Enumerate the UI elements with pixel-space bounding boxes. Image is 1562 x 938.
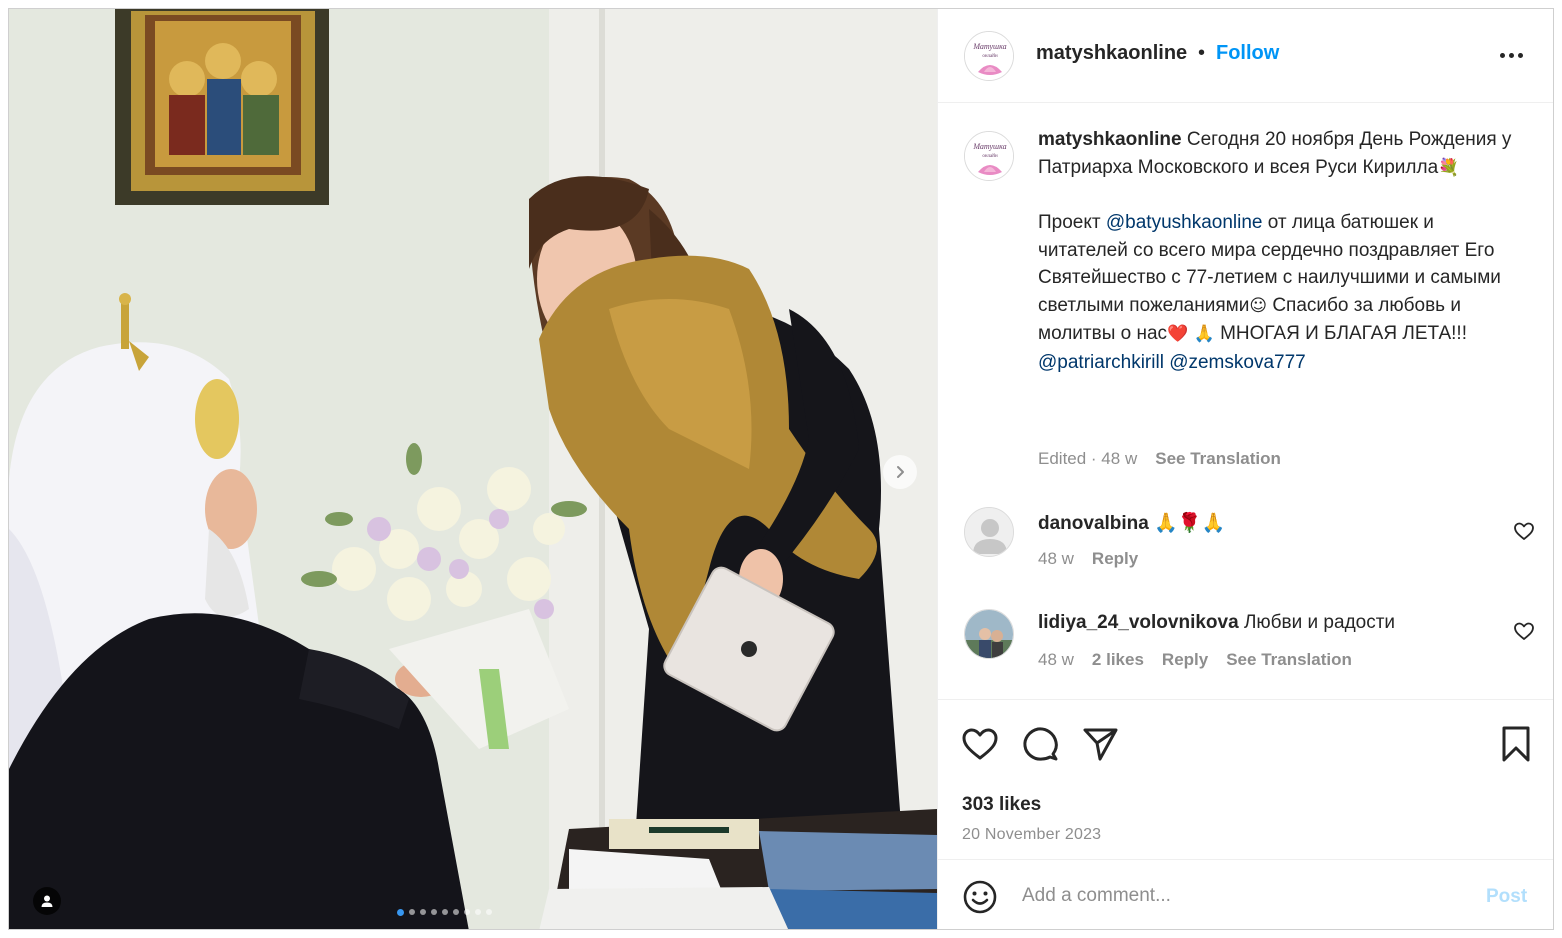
carousel-dot[interactable]	[409, 909, 415, 915]
svg-text:онлайн: онлайн	[982, 154, 998, 159]
carousel-dot[interactable]	[397, 908, 404, 916]
carousel-dot[interactable]	[475, 909, 481, 915]
comment-row: danovalbina 🙏🌹🙏	[1038, 511, 1225, 535]
post-date: 20 November 2023	[962, 826, 1102, 843]
likes-count[interactable]: 303 likes	[962, 794, 1041, 816]
mention-batyushkaonline[interactable]: @batyushkaonline	[1106, 212, 1263, 233]
carousel-indicator	[397, 907, 492, 917]
comment-reply-button[interactable]: Reply	[1092, 549, 1138, 569]
comment-like-heart-icon[interactable]	[1512, 619, 1536, 643]
user-tag-icon	[41, 895, 53, 907]
comments-list[interactable]: Матушка онлайн matyshkaonline Сегодня 20…	[938, 103, 1553, 699]
more-options-button[interactable]	[1496, 45, 1526, 65]
comment-avatar[interactable]	[964, 609, 1014, 659]
bookmark-icon[interactable]	[1496, 724, 1536, 764]
more-dot	[1517, 52, 1523, 58]
comment-avatar-photo	[965, 610, 1013, 658]
caption-see-translation[interactable]: See Translation	[1155, 449, 1281, 469]
separator-dot: •	[1198, 42, 1206, 64]
comment-text: 🙏🌹🙏	[1154, 512, 1226, 534]
chevron-right-icon	[897, 466, 904, 478]
carousel-dot[interactable]	[420, 909, 426, 915]
comment-username[interactable]: danovalbina	[1038, 513, 1149, 534]
tagged-users-button[interactable]	[33, 887, 61, 915]
comment-icon[interactable]	[1020, 724, 1060, 764]
more-dot	[1499, 52, 1505, 58]
carousel-dot[interactable]	[486, 909, 492, 915]
post-window: Матушка онлайн matyshkaonline • Follow М…	[8, 8, 1554, 930]
comment-likes-count[interactable]: 2 likes	[1092, 650, 1144, 670]
caption-meta: Edited · 48 w See Translation	[1038, 449, 1281, 469]
post-sidebar: Матушка онлайн matyshkaonline • Follow М…	[937, 9, 1553, 929]
author-username[interactable]: matyshkaonline	[1036, 42, 1187, 65]
comment-age: 48 w	[1038, 549, 1074, 568]
comment-meta: 48 w Reply	[1038, 549, 1138, 569]
add-comment-bar: Post	[938, 859, 1553, 929]
avatar-logo-text: Матушка	[972, 42, 1006, 51]
default-avatar-icon	[965, 508, 1013, 556]
heart-pray-emoji: ❤️ 🙏	[1167, 324, 1215, 344]
post-photo[interactable]	[9, 9, 937, 929]
bouquet-emoji: 💐	[1438, 157, 1460, 178]
share-icon[interactable]	[1080, 724, 1120, 764]
post-header: Матушка онлайн matyshkaonline • Follow	[938, 9, 1553, 103]
comment-row: lidiya_24_volovnikova Любви и радости	[1038, 612, 1395, 634]
caption-para2-end: МНОГАЯ И БЛАГАЯ ЛЕТА!!!	[1214, 323, 1467, 344]
comment-avatar[interactable]	[964, 507, 1014, 557]
svg-text:онлайн: онлайн	[982, 54, 998, 59]
caption-second-paragraph: Проект @batyushkaonline от лица батюшек …	[1038, 209, 1524, 376]
heart-icon[interactable]	[960, 724, 1000, 764]
caption-para2-start: Проект	[1038, 212, 1106, 233]
caption-edited-age: Edited · 48 w	[1038, 449, 1138, 468]
next-slide-button[interactable]	[883, 455, 917, 489]
more-dot	[1508, 52, 1514, 58]
mention-patriarchkirill[interactable]: @patriarchkirill	[1038, 352, 1164, 373]
author-avatar[interactable]: Матушка онлайн	[964, 31, 1014, 81]
caption-first-paragraph: matyshkaonline Сегодня 20 ноября День Ро…	[1038, 126, 1524, 182]
caption-username[interactable]: matyshkaonline	[1038, 129, 1182, 150]
comment-see-translation[interactable]: See Translation	[1226, 650, 1352, 670]
action-bar: 303 likes 20 November 2023	[938, 699, 1553, 859]
caption-avatar[interactable]: Матушка онлайн	[964, 131, 1014, 181]
carousel-dot[interactable]	[453, 909, 459, 915]
emoji-picker-icon[interactable]	[962, 879, 998, 915]
comment-reply-button[interactable]: Reply	[1162, 650, 1208, 670]
photo-illustration	[9, 9, 937, 929]
svg-text:Матушка: Матушка	[972, 142, 1006, 151]
comment-age: 48 w	[1038, 650, 1074, 669]
carousel-dot[interactable]	[464, 909, 470, 915]
author-avatar-image: Матушка онлайн	[965, 32, 1013, 80]
comment-meta: 48 w 2 likes Reply See Translation	[1038, 650, 1352, 670]
comment-username[interactable]: lidiya_24_volovnikova	[1038, 612, 1239, 633]
caption-avatar-image: Матушка онлайн	[965, 132, 1013, 180]
comment-like-heart-icon[interactable]	[1512, 519, 1536, 543]
comment-input[interactable]	[1022, 878, 1462, 914]
smile-emoji: ☺	[1249, 295, 1268, 316]
post-comment-button[interactable]: Post	[1486, 886, 1527, 908]
comment-text: Любви и радости	[1243, 612, 1396, 633]
mention-zemskova777[interactable]: @zemskova777	[1169, 352, 1306, 373]
post-caption: matyshkaonline Сегодня 20 ноября День Ро…	[1038, 126, 1524, 376]
follow-button[interactable]: Follow	[1216, 42, 1279, 65]
carousel-dot[interactable]	[442, 909, 448, 915]
carousel-dot[interactable]	[431, 909, 437, 915]
